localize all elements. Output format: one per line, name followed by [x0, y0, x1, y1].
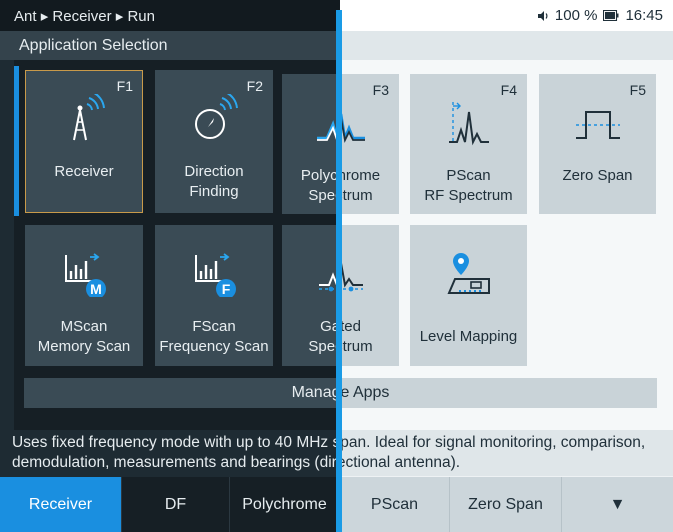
manage-apps-label: Manage Apps: [291, 384, 340, 401]
manage-apps-button[interactable]: Manage Apps: [340, 378, 657, 408]
status-bar: Ant ▸ Receiver ▸ Run 100 % 16:45: [0, 0, 340, 31]
app-tile-zero-span[interactable]: F5 Zero Span: [539, 74, 656, 214]
app-tile-sublabel: Spectrum: [308, 187, 340, 204]
app-frame: Ant ▸ Receiver ▸ Run 100 % 16:45: [0, 0, 340, 532]
app-tile-pscan[interactable]: F4 PScan RF Spectrum: [410, 74, 527, 214]
bottom-tab-bar: Receiver DF Polychrome PScan Zero Span ▼: [0, 477, 340, 532]
tab-pscan[interactable]: PScan: [340, 477, 450, 532]
app-tile-receiver[interactable]: F1 Receiver: [25, 70, 143, 213]
manage-apps-label: Manage Apps: [340, 384, 390, 401]
mscan-memory-icon: M: [65, 253, 106, 297]
tab-label: DF: [164, 495, 187, 513]
tab-df[interactable]: DF: [122, 477, 230, 532]
f-badge: F: [222, 281, 231, 297]
tab-polychrome[interactable]: Polychrome: [230, 477, 340, 532]
dark-theme-pane: Ant ▸ Receiver ▸ Run 100 % 16:45: [0, 0, 340, 532]
receiver-antenna-icon: [73, 94, 105, 141]
gated-spectrum-icon: [340, 262, 363, 292]
fscan-frequency-icon: F: [195, 253, 236, 297]
app-tile-label: Polychrome: [340, 167, 381, 184]
tab-more[interactable]: ▼: [562, 477, 673, 532]
m-badge: M: [90, 281, 102, 297]
breadcrumb-item-ant[interactable]: Ant: [14, 8, 37, 25]
battery-icon: [603, 10, 619, 21]
status-bar: Ant ▸ Receiver ▸ Run 100 % 16:45: [340, 0, 673, 31]
app-frame: Ant ▸ Receiver ▸ Run 100 % 16:45: [340, 0, 673, 532]
breadcrumb-separator: ▸: [115, 7, 124, 25]
app-tile-label: Zero Span: [562, 167, 633, 184]
app-tile-label: FScan: [192, 318, 236, 335]
app-tile-sublabel: Spectrum: [308, 338, 340, 355]
tab-label: Zero Span: [468, 495, 543, 513]
app-tile-label: Gated: [320, 318, 340, 335]
bottom-tab-bar: Receiver DF Polychrome PScan Zero Span ▼: [340, 477, 673, 532]
clock: 16:45: [625, 7, 663, 24]
app-tile-label: PScan: [446, 167, 491, 184]
polychrome-spectrum-icon: [340, 113, 365, 143]
direction-finding-icon: [195, 94, 238, 139]
app-tile-label: Polychrome: [300, 167, 340, 184]
light-theme-pane: Ant ▸ Receiver ▸ Run 100 % 16:45: [340, 0, 673, 532]
zero-span-pulse-icon: [575, 111, 620, 139]
breadcrumb-item-run[interactable]: Run: [127, 8, 155, 25]
tab-label: Receiver: [28, 495, 93, 513]
page-title: Application Selection: [19, 36, 168, 54]
app-tile-direction-finding[interactable]: F2 Direction Finding: [155, 70, 273, 213]
apps-panel: F1 Receiver F2: [340, 60, 673, 430]
level-mapping-icon: [446, 253, 490, 294]
app-tile-sublabel: Memory Scan: [37, 338, 131, 355]
battery-percent: 100 %: [554, 7, 598, 24]
selection-accent-bar: [14, 66, 19, 216]
chevron-down-icon: ▼: [609, 495, 626, 513]
app-tile-sublabel: Spectrum: [340, 338, 373, 355]
tab-zero-span[interactable]: Zero Span: [450, 477, 562, 532]
status-indicators: 100 % 16:45: [537, 7, 663, 24]
app-tile-label: Gated: [340, 318, 361, 335]
app-tile-polychrome-spectrum[interactable]: F3 Polychrome Spectrum: [340, 74, 399, 214]
app-tile-fscan[interactable]: F FScan Frequency Scan: [155, 225, 273, 366]
breadcrumb-item-receiver[interactable]: Receiver: [52, 8, 111, 25]
page-title-bar: Application Selection: [0, 31, 340, 60]
app-tile-label: Direction: [184, 163, 244, 180]
breadcrumb-separator: ▸: [40, 7, 49, 25]
app-tile-sublabel: Frequency Scan: [159, 338, 269, 355]
fkey-label: F4: [500, 82, 517, 98]
tab-label: Polychrome: [242, 495, 327, 513]
app-tile-gated-spectrum[interactable]: Gated Spectrum: [282, 225, 340, 366]
app-tile-label: Level Mapping: [419, 328, 518, 345]
fkey-label: F2: [246, 78, 263, 94]
app-tile-sublabel: Spectrum: [340, 187, 373, 204]
pscan-spectrum-icon: [448, 102, 489, 146]
fkey-label: F5: [629, 82, 646, 98]
app-tile-sublabel: RF Spectrum: [424, 187, 513, 204]
fkey-label: F3: [372, 82, 389, 98]
manage-apps-button[interactable]: Manage Apps: [24, 378, 340, 408]
app-description: Uses fixed frequency mode with up to 40 …: [0, 430, 340, 476]
breadcrumb: Ant ▸ Receiver ▸ Run: [14, 7, 155, 25]
fkey-label: F1: [116, 78, 133, 94]
app-description: Uses fixed frequency mode with up to 40 …: [340, 430, 673, 476]
tab-receiver[interactable]: Receiver: [0, 477, 122, 532]
app-tile-mscan[interactable]: M MScan Memory Scan: [25, 225, 143, 366]
app-tile-label: Receiver: [54, 163, 114, 180]
app-description-text: Uses fixed frequency mode with up to 40 …: [340, 434, 646, 471]
app-tile-gated-spectrum[interactable]: Gated Spectrum: [340, 225, 399, 366]
tab-label: PScan: [370, 495, 419, 513]
app-tile-level-mapping[interactable]: Level Mapping: [410, 225, 527, 366]
speaker-icon: [537, 10, 548, 21]
page-title-bar: Application Selection: [340, 31, 673, 60]
theme-split-divider: [336, 10, 342, 532]
app-tile-polychrome-spectrum[interactable]: F3 Polychrome Spectrum: [282, 74, 340, 214]
app-tile-sublabel: Finding: [189, 183, 239, 200]
apps-panel: F1 Receiver F2: [14, 60, 340, 430]
app-description-text: Uses fixed frequency mode with up to 40 …: [12, 434, 340, 471]
app-tile-label: MScan: [60, 318, 108, 335]
